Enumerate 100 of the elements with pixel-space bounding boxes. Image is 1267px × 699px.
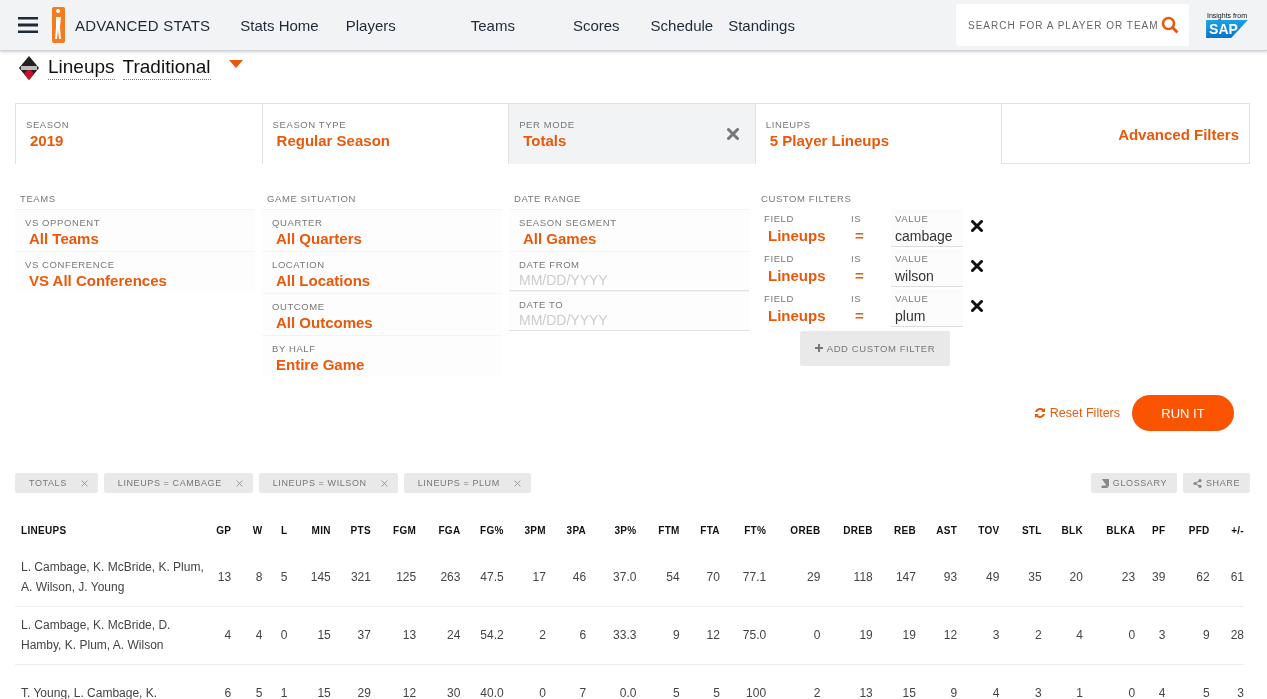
column-header[interactable]: L (262, 525, 288, 548)
column-header[interactable]: PF (1135, 525, 1166, 548)
nav-link[interactable]: Schedule (650, 16, 714, 34)
filter-tag[interactable]: LINEUPS = WILSON (258, 473, 398, 493)
column-header[interactable]: REB (872, 525, 916, 548)
filter-label: SEASON (26, 119, 71, 130)
filter-select[interactable]: LINEUPS 5 Player Lineups (755, 104, 1003, 164)
stat-cell: 54 (636, 548, 680, 606)
stat-cell: 4 (1135, 664, 1166, 699)
field-value[interactable]: Lineups (764, 267, 851, 284)
stat-cell: 6 (204, 664, 232, 699)
field-value[interactable]: Lineups (764, 307, 851, 324)
operator-value[interactable]: = (851, 267, 891, 284)
stat-cell: 62 (1165, 548, 1210, 606)
stat-cell: 0.0 (586, 664, 637, 699)
column-header[interactable]: BLK (1041, 525, 1083, 548)
filter-value: Totals (522, 132, 567, 149)
filter-tag[interactable]: LINEUPS = PLUM (403, 473, 531, 493)
column-header[interactable]: 3PM (503, 525, 546, 548)
column-header[interactable]: OREB (766, 525, 821, 548)
operator-value[interactable]: = (851, 307, 891, 324)
stat-cell: 20 (1041, 548, 1083, 606)
nav-link[interactable]: Scores (572, 16, 620, 34)
operator-value[interactable]: = (851, 227, 891, 244)
toolbar-button[interactable]: SHARE (1183, 473, 1250, 493)
filter-select[interactable]: SEASON TYPE Regular Season (262, 104, 510, 164)
column-header[interactable]: FGM (370, 525, 417, 548)
league-logo[interactable] (52, 7, 65, 43)
stat-cell: 1 (262, 664, 288, 699)
nav-link[interactable]: Standings (728, 16, 795, 34)
column-header[interactable]: 3PA (545, 525, 587, 548)
filter-select[interactable]: PER MODE Totals (509, 104, 756, 164)
value-input[interactable]: plum (895, 308, 959, 324)
field-label: VS OPPONENT (25, 217, 102, 228)
field-label: VALUE (895, 293, 930, 304)
column-header[interactable]: AST (915, 525, 958, 548)
field-value: Entire Game (275, 356, 365, 373)
column-header[interactable]: GP (204, 525, 232, 548)
stat-cell: 12 (679, 606, 720, 664)
stat-cell: 13 (820, 664, 873, 699)
column-header[interactable]: FTM (636, 525, 680, 548)
column-header[interactable]: W (231, 525, 263, 548)
close-icon[interactable] (971, 220, 983, 232)
column-header[interactable]: MIN (287, 525, 331, 548)
stat-cell: 0 (1082, 606, 1136, 664)
add-filter-button[interactable]: ADD CUSTOM FILTER (800, 331, 950, 366)
stat-cell: 39 (1135, 548, 1166, 606)
lineup-cell: T. Young, L. Cambage, K. (15, 664, 205, 699)
nav-link[interactable]: Stats Home (240, 16, 319, 34)
menu-icon[interactable] (18, 17, 38, 33)
toolbar-button[interactable]: GLOSSARY (1090, 473, 1177, 493)
column-header[interactable]: 3P% (586, 525, 637, 548)
column-header[interactable]: TOV (957, 525, 1000, 548)
stat-cell: 4 (957, 664, 1000, 699)
column-header[interactable]: DREB (820, 525, 873, 548)
close-icon[interactable] (971, 300, 983, 312)
field-label: FIELD (764, 253, 795, 264)
column-header[interactable]: FTA (679, 525, 720, 548)
stat-cell: 15 (287, 606, 331, 664)
field-value[interactable]: Lineups (764, 227, 851, 244)
stat-cell: 9 (636, 606, 680, 664)
field-label: LOCATION (272, 259, 326, 270)
stat-cell: 17 (503, 548, 546, 606)
stat-cell: 118 (820, 548, 873, 606)
page-title-word[interactable]: Lineups (48, 56, 115, 80)
field-value: All Teams (28, 230, 99, 247)
nav-link[interactable]: Players (345, 16, 396, 34)
lineup-cell: L. Cambage, K. McBride, K. Plum, A. Wilson, J. Young (15, 548, 205, 606)
column-header[interactable]: LINEUPS (15, 525, 205, 548)
column-header[interactable]: PFD (1165, 525, 1210, 548)
search-field[interactable]: SEARCH FOR A PLAYER OR TEAM (956, 4, 1189, 46)
nav-link[interactable]: Teams (470, 16, 515, 34)
column-header[interactable]: STL (999, 525, 1042, 548)
column-header[interactable]: +/- (1209, 525, 1244, 548)
stat-cell: 13 (204, 548, 232, 606)
stat-cell: 100 (719, 664, 767, 699)
column-header[interactable]: FT% (719, 525, 767, 548)
stat-cell: 5 (679, 664, 720, 699)
plus-icon (814, 344, 823, 352)
filter-select[interactable]: SEASON 2019 (16, 104, 263, 164)
filter-label: PER MODE (519, 119, 576, 130)
stat-cell: 7 (545, 664, 587, 699)
search-icon[interactable] (1161, 16, 1179, 34)
value-input[interactable]: cambage (895, 228, 959, 244)
filter-tag[interactable]: TOTALS (15, 473, 98, 493)
column-header[interactable]: PTS (330, 525, 371, 548)
stat-cell: 12 (915, 606, 958, 664)
column-header[interactable]: BLKA (1082, 525, 1136, 548)
caret-icon[interactable] (228, 60, 243, 68)
advanced-filters-link[interactable]: Advanced Filters (1002, 104, 1249, 164)
filter-tag[interactable]: LINEUPS = CAMBAGE (103, 473, 253, 493)
reset-filters-link[interactable]: Reset Filters (1033, 406, 1120, 420)
stat-cell: 33.3 (586, 606, 637, 664)
group-title: TEAMS (20, 193, 57, 204)
close-icon[interactable] (971, 260, 983, 272)
stat-cell: 23 (1082, 548, 1136, 606)
column-header[interactable]: FG% (460, 525, 504, 548)
value-input[interactable]: wilson (895, 268, 959, 284)
page-title-word[interactable]: Traditional (122, 56, 211, 80)
column-header[interactable]: FGA (416, 525, 461, 548)
